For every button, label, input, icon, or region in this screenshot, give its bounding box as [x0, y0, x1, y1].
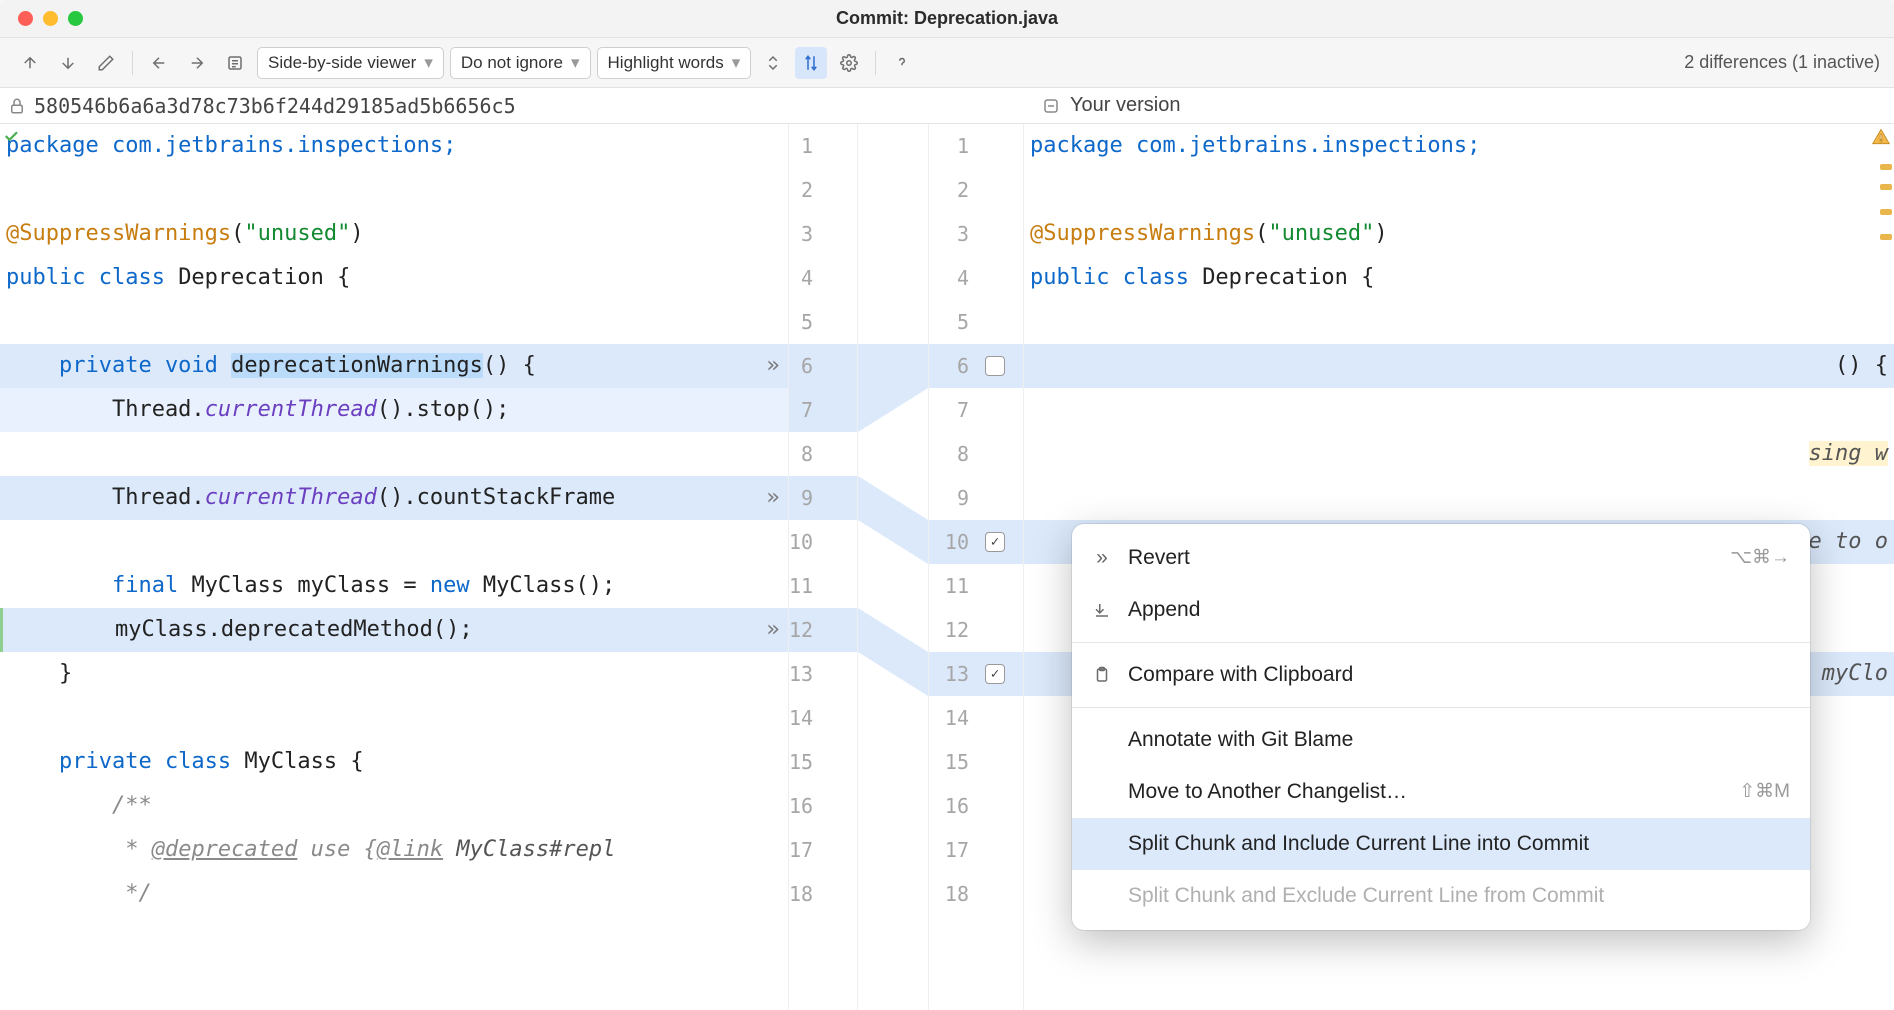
menu-split-exclude: Split Chunk and Exclude Current Line fro… [1072, 870, 1810, 922]
code-line: } [0, 652, 758, 696]
menu-annotate[interactable]: Annotate with Git Blame [1072, 714, 1810, 766]
warning-icon [1871, 127, 1891, 147]
highlight-mode-label: Highlight words [608, 53, 724, 73]
diff-toolbar: Side-by-side viewer ▾ Do not ignore ▾ Hi… [0, 38, 1894, 88]
menu-split-include[interactable]: Split Chunk and Include Current Line int… [1072, 818, 1810, 870]
help-button[interactable] [886, 47, 918, 79]
shortcut-label: ⇧⌘M [1739, 770, 1790, 814]
code-line [1024, 388, 1894, 432]
code-line: private void deprecationWarnings() { [0, 344, 758, 388]
code-line [0, 696, 758, 740]
revert-icon: » [1090, 536, 1114, 580]
line-gutter: 1 2 3 4 5 6 7 8 9 10 11 12 13 14 15 16 1… [788, 124, 858, 1010]
code-line: public class Deprecation { [0, 256, 758, 300]
separator [132, 51, 133, 75]
apply-chevron-column: » » » [758, 124, 788, 1010]
settings-button[interactable] [833, 47, 865, 79]
menu-append[interactable]: Append [1072, 584, 1810, 636]
code-line [0, 168, 758, 212]
diff-window: Commit: Deprecation.java Side-by-side vi… [0, 0, 1894, 1010]
code-line: final MyClass myClass = new MyClass(); [0, 564, 758, 608]
code-line: Thread.currentThread().stop(); [0, 388, 758, 432]
sync-scroll-button[interactable] [795, 47, 827, 79]
menu-compare-clipboard[interactable]: Compare with Clipboard [1072, 649, 1810, 701]
window-title: Commit: Deprecation.java [0, 8, 1894, 29]
nav-forward-button[interactable] [181, 47, 213, 79]
next-diff-button[interactable] [52, 47, 84, 79]
clipboard-icon [1090, 666, 1114, 684]
code-line: * @deprecated use {@link MyClass#repl [0, 828, 758, 872]
file-list-button[interactable] [219, 47, 251, 79]
prev-diff-button[interactable] [14, 47, 46, 79]
context-menu: » Revert ⌥⌘→ Append Compare with Clipboa… [1072, 524, 1810, 930]
code-line: private class MyClass { [0, 740, 758, 784]
apply-chunk-button[interactable]: » [758, 608, 788, 652]
right-revision-label: Your version [1070, 94, 1180, 117]
code-line: package com.jetbrains.inspections; [1024, 124, 1894, 168]
menu-separator [1072, 642, 1810, 643]
left-code-pane[interactable]: package com.jetbrains.inspections; @Supp… [0, 124, 758, 1010]
code-line: () { [1024, 344, 1894, 388]
code-line [0, 520, 758, 564]
viewer-mode-dropdown[interactable]: Side-by-side viewer ▾ [257, 47, 444, 79]
highlight-mode-dropdown[interactable]: Highlight words ▾ [597, 47, 752, 79]
code-line: sing w [1024, 432, 1894, 476]
code-line [0, 300, 758, 344]
code-line [1024, 476, 1894, 520]
menu-separator [1072, 707, 1810, 708]
ignore-mode-dropdown[interactable]: Do not ignore ▾ [450, 47, 591, 79]
code-line: public class Deprecation { [1024, 256, 1894, 300]
apply-chunk-button[interactable]: » [758, 344, 788, 388]
code-line: Thread.currentThread().countStackFrame [0, 476, 758, 520]
code-line: @SuppressWarnings("unused") [0, 212, 758, 256]
include-line-checkbox[interactable]: ✓ [985, 664, 1005, 684]
diff-count-label: 2 differences (1 inactive) [1684, 52, 1880, 73]
lock-icon [8, 97, 26, 115]
code-line: myClass.deprecatedMethod(); [0, 608, 758, 652]
file-headers: 580546b6a6a3d78c73b6f244d29185ad5b6656c5… [0, 88, 1894, 124]
diff-area: package com.jetbrains.inspections; @Supp… [0, 124, 1894, 1010]
code-line: /** [0, 784, 758, 828]
edit-button[interactable] [90, 47, 122, 79]
chevron-down-icon: ▾ [571, 53, 580, 73]
apply-chunk-button[interactable]: » [758, 476, 788, 520]
line-gutter-right: 1 2 3 4 5 6 7 8 9 10✓ 11 12 13✓ 14 15 16… [928, 124, 1024, 1010]
append-icon [1090, 601, 1114, 619]
chevron-down-icon: ▾ [732, 53, 741, 73]
viewer-mode-label: Side-by-side viewer [268, 53, 416, 73]
collapse-icon[interactable] [1042, 97, 1060, 115]
code-line [1024, 300, 1894, 344]
ignore-mode-label: Do not ignore [461, 53, 563, 73]
titlebar: Commit: Deprecation.java [0, 0, 1894, 38]
code-line: @SuppressWarnings("unused") [1024, 212, 1894, 256]
separator [875, 51, 876, 75]
include-line-checkbox[interactable] [985, 356, 1005, 376]
chevron-down-icon: ▾ [424, 53, 433, 73]
code-line: */ [0, 872, 758, 916]
collapse-unchanged-button[interactable] [757, 47, 789, 79]
include-line-checkbox[interactable]: ✓ [985, 532, 1005, 552]
left-revision-label: 580546b6a6a3d78c73b6f244d29185ad5b6656c5 [34, 94, 516, 118]
menu-revert[interactable]: » Revert ⌥⌘→ [1072, 532, 1810, 584]
status-ok-icon [2, 127, 20, 145]
nav-back-button[interactable] [143, 47, 175, 79]
code-line [1024, 168, 1894, 212]
diff-splitter [858, 124, 928, 1010]
code-line: package com.jetbrains.inspections; [0, 124, 758, 168]
code-line [0, 432, 758, 476]
menu-move-changelist[interactable]: Move to Another Changelist… ⇧⌘M [1072, 766, 1810, 818]
shortcut-label: ⌥⌘→ [1730, 536, 1790, 580]
